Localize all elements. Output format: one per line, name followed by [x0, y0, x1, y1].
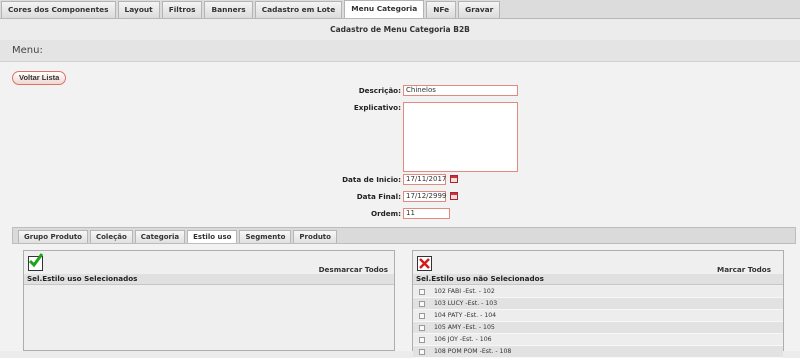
ordem-field[interactable]: 11	[403, 208, 450, 219]
data-final-field[interactable]: 17/12/2999	[403, 191, 446, 202]
tab-banners[interactable]: Banners	[204, 1, 253, 18]
list-item[interactable]: 106 JOY -Est. - 106	[413, 334, 783, 346]
unselected-list-box: Marcar Todos Sel.Estilo uso não Selecion…	[412, 250, 784, 358]
tab-colecao[interactable]: Coleção	[89, 230, 133, 243]
list-item[interactable]: 105 AMY -Est. - 105	[413, 322, 783, 334]
item-checkbox[interactable]	[419, 337, 425, 343]
marcar-todos-button[interactable]: Marcar Todos	[717, 265, 771, 274]
data-inicio-label: Data de Inicio:	[342, 175, 401, 184]
green-check-icon	[28, 253, 43, 271]
item-checkbox[interactable]	[419, 325, 425, 331]
data-inicio-field[interactable]: 17/11/2017	[403, 174, 446, 185]
selected-list-title: Sel.Estilo uso Selecionados	[24, 274, 394, 285]
calendar-icon[interactable]	[450, 175, 458, 183]
tab-nfe[interactable]: NFe	[426, 1, 457, 18]
item-checkbox[interactable]	[419, 349, 425, 355]
desmarcar-todos-button[interactable]: Desmarcar Todos	[319, 265, 388, 274]
tab-cadastro-em-lote[interactable]: Cadastro em Lote	[254, 1, 343, 18]
tab-grupo-produto[interactable]: Grupo Produto	[18, 230, 88, 243]
descricao-field[interactable]: Chinelos	[403, 85, 518, 96]
explicativo-textarea[interactable]	[403, 102, 518, 172]
voltar-lista-button[interactable]: Voltar Lista	[12, 71, 67, 85]
unselected-list-title: Sel.Estilo uso não Selecionados	[413, 274, 783, 285]
item-checkbox[interactable]	[419, 313, 425, 319]
sub-tabs: Grupo Produto Coleção Categoria Estilo u…	[12, 227, 796, 244]
tab-menu-categoria[interactable]: Menu Categoria	[344, 0, 425, 18]
page-title: Cadastro de Menu Categoria B2B	[330, 25, 470, 34]
top-nav-tabs: Cores dos Componentes Layout Filtros Ban…	[0, 0, 800, 19]
menu-header: Menu:	[0, 40, 800, 62]
descricao-label: Descrição:	[358, 86, 401, 95]
tab-gravar[interactable]: Gravar	[458, 1, 501, 18]
tab-layout[interactable]: Layout	[117, 1, 160, 18]
calendar-icon[interactable]	[450, 192, 458, 200]
item-checkbox[interactable]	[419, 289, 425, 295]
tab-cores-dos-componentes[interactable]: Cores dos Componentes	[1, 1, 116, 18]
list-item[interactable]: 102 FABI -Est. - 102	[413, 286, 783, 298]
list-item[interactable]: 103 LUCY -Est. - 103	[413, 298, 783, 310]
red-x-icon	[417, 256, 432, 271]
tab-categoria[interactable]: Categoria	[134, 230, 186, 243]
tab-estilo-uso[interactable]: Estilo uso	[187, 230, 238, 243]
selected-list-box: Desmarcar Todos Sel.Estilo uso Seleciona…	[23, 250, 395, 351]
list-item[interactable]: 108 POM POM -Est. - 108	[413, 346, 783, 358]
list-item[interactable]: 104 PATY -Est. - 104	[413, 310, 783, 322]
tab-segmento[interactable]: Segmento	[239, 230, 292, 243]
data-final-label: Data Final:	[356, 192, 401, 201]
item-checkbox[interactable]	[419, 301, 425, 307]
ordem-label: Ordem:	[370, 209, 401, 218]
explicativo-label: Explicativo:	[353, 103, 401, 112]
tab-filtros[interactable]: Filtros	[161, 1, 203, 18]
tab-produto[interactable]: Produto	[293, 230, 337, 243]
